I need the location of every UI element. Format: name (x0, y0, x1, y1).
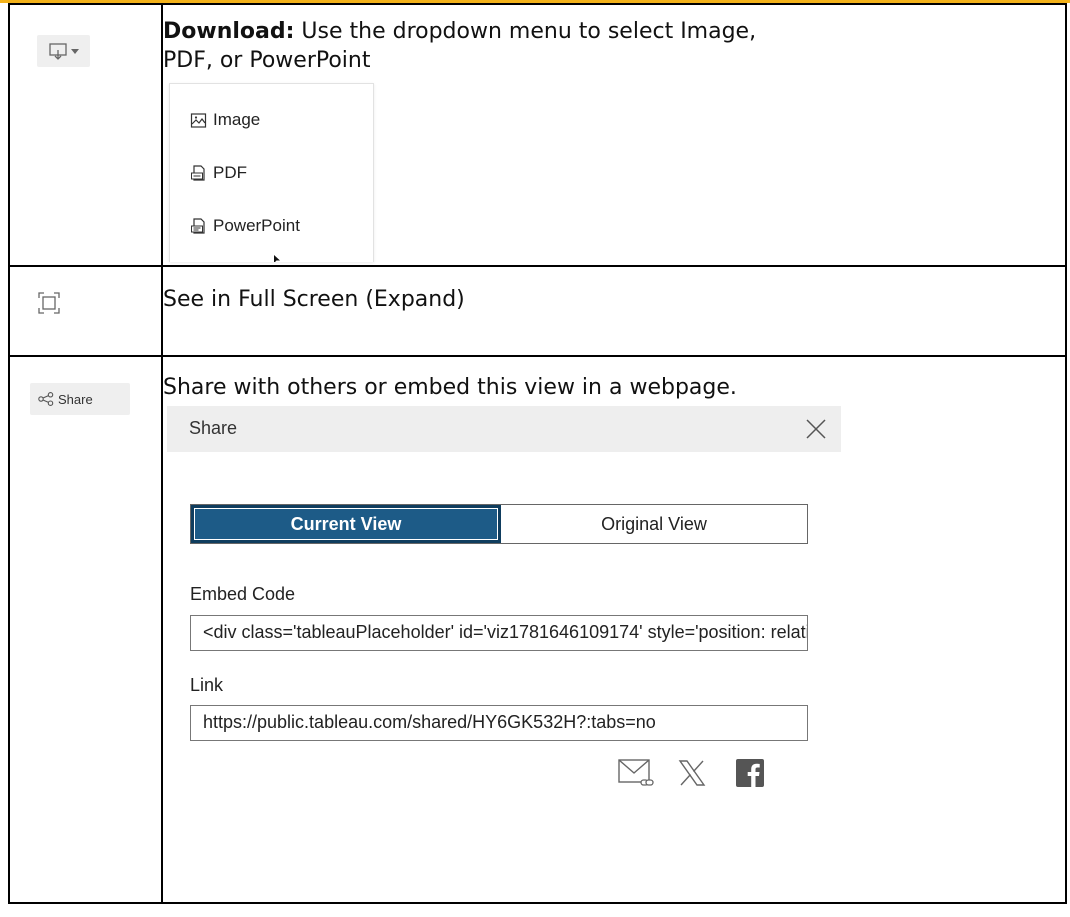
desc-cell-fullscreen: See in Full Screen (Expand) (161, 265, 1067, 357)
icon-cell-share: Share (8, 355, 163, 904)
share-button-label: Share (58, 391, 93, 407)
share-dialog-header: Share (167, 406, 841, 452)
x-icon[interactable] (677, 758, 707, 788)
table-row-share: Share Share with others or embed this vi… (8, 355, 1067, 904)
image-icon (190, 112, 207, 128)
view-tabs: Current View Original View (190, 504, 808, 544)
share-description: Share with others or embed this view in … (163, 375, 737, 400)
download-button[interactable] (37, 35, 90, 67)
download-desc-bold: Download: (163, 19, 295, 44)
menu-item-label: Image (213, 110, 261, 129)
share-dialog: Share Current View Original View Embed C… (167, 402, 841, 902)
menu-item-label: PDF (213, 163, 247, 182)
desc-cell-download: Download: Use the dropdown menu to selec… (161, 3, 1067, 267)
icon-cell-fullscreen (8, 265, 163, 357)
toolbar-help-table: Download: Use the dropdown menu to selec… (8, 3, 1067, 904)
table-row-fullscreen: See in Full Screen (Expand) (8, 265, 1067, 357)
mouse-cursor-icon (274, 255, 280, 262)
embed-code-field[interactable]: <div class='tableauPlaceholder' id='viz1… (190, 615, 808, 651)
table-row-download: Download: Use the dropdown menu to selec… (8, 3, 1067, 267)
fullscreen-description: See in Full Screen (Expand) (163, 287, 465, 312)
close-icon[interactable] (805, 418, 827, 440)
share-dialog-title: Share (189, 418, 238, 438)
menu-item-pdf[interactable]: PDF (190, 163, 247, 183)
tab-current-view[interactable]: Current View (191, 505, 501, 543)
link-field[interactable]: https://public.tableau.com/shared/HY6GK5… (190, 705, 808, 741)
icon-cell-download (8, 3, 163, 267)
pdf-icon (191, 165, 205, 181)
download-description: Download: Use the dropdown menu to selec… (163, 17, 803, 75)
download-icon (48, 43, 67, 60)
download-menu: Image PDF PowerPoint (169, 83, 374, 262)
powerpoint-icon (191, 218, 205, 234)
share-icon (38, 392, 54, 406)
menu-item-image[interactable]: Image (190, 110, 260, 130)
link-label: Link (190, 675, 224, 695)
email-link-icon[interactable] (617, 756, 657, 792)
expand-icon[interactable] (37, 291, 61, 315)
chevron-down-icon (70, 49, 79, 54)
facebook-icon[interactable] (735, 758, 765, 788)
tab-original-view[interactable]: Original View (501, 505, 807, 543)
menu-item-label: PowerPoint (213, 216, 300, 235)
embed-code-label: Embed Code (190, 584, 296, 604)
desc-cell-share: Share with others or embed this view in … (161, 355, 1067, 904)
share-button[interactable]: Share (30, 383, 130, 415)
menu-item-powerpoint[interactable]: PowerPoint (190, 216, 300, 236)
